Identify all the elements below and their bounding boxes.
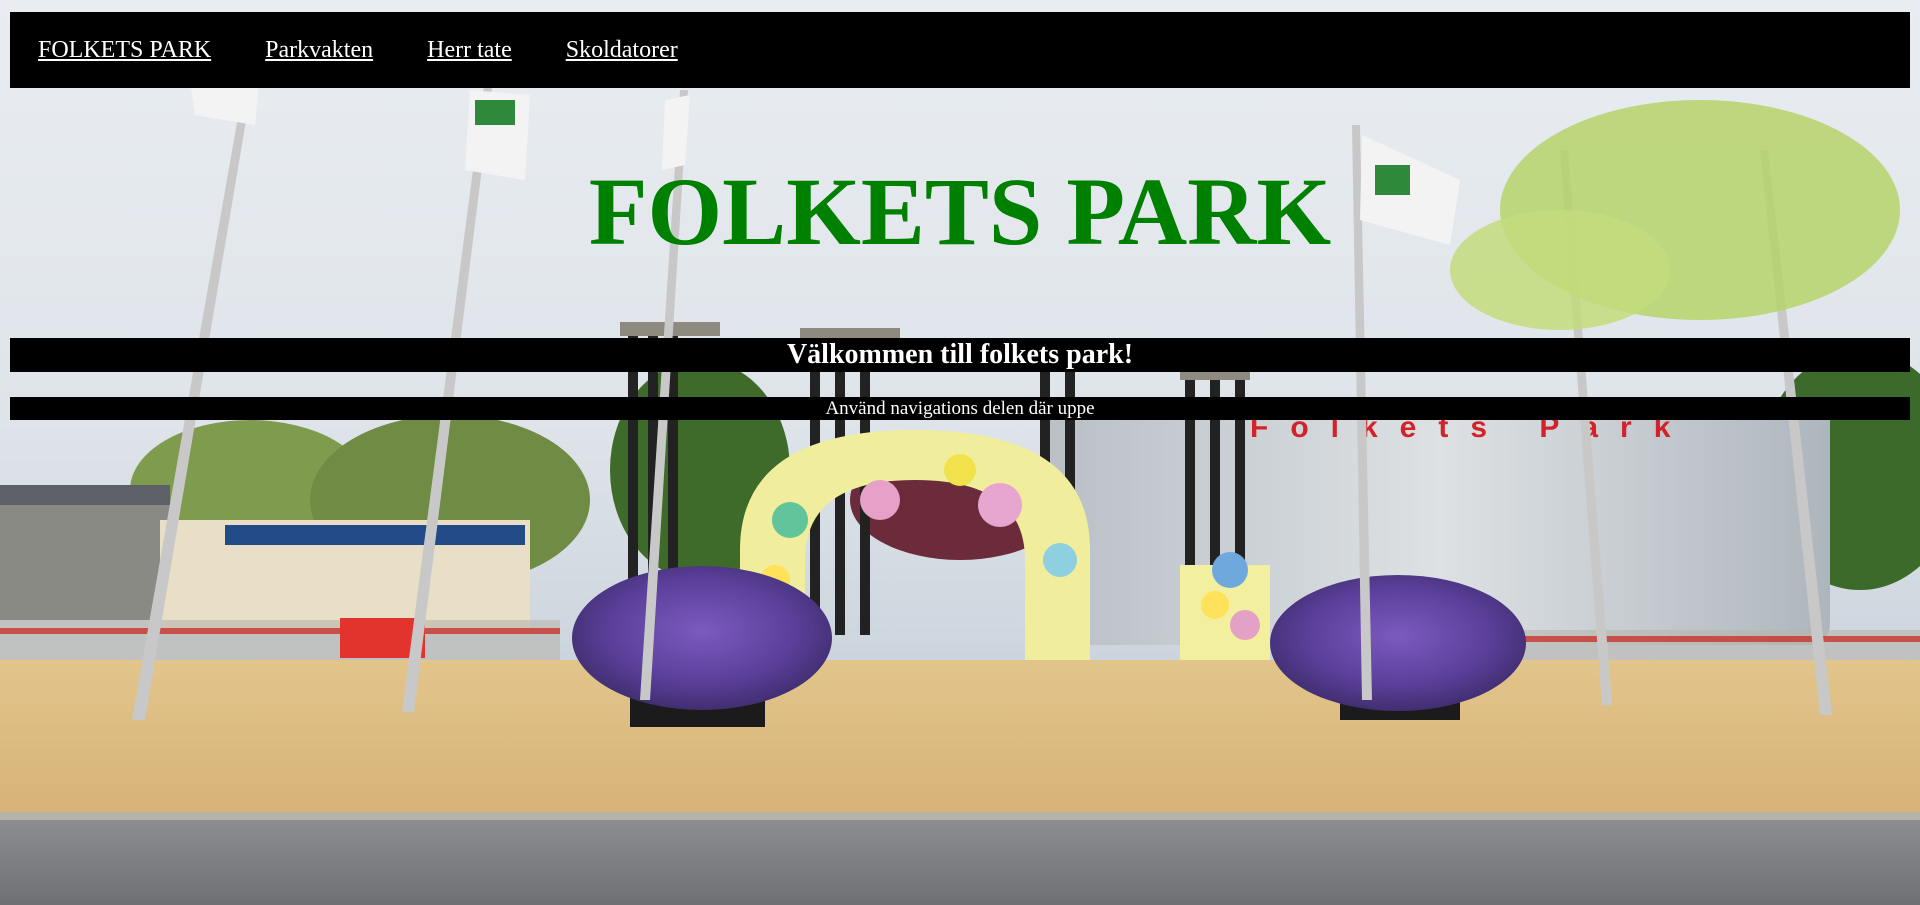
nav-link-skoldatorer[interactable]: Skoldatorer [566, 37, 678, 64]
background-photo: Folkets Park [0, 0, 1920, 905]
top-navigation: FOLKETS PARK Parkvakten Herr tate Skolda… [10, 12, 1910, 88]
nav-link-parkvakten[interactable]: Parkvakten [265, 37, 373, 64]
page-title: FOLKETS PARK [588, 158, 1332, 265]
park-entrance-illustration: Folkets Park [0, 0, 1920, 905]
nav-link-herr-tate[interactable]: Herr tate [427, 37, 512, 64]
navigation-hint: Använd navigations delen där uppe [10, 397, 1910, 420]
nav-link-folkets-park[interactable]: FOLKETS PARK [38, 37, 211, 64]
welcome-heading: Välkommen till folkets park! [10, 338, 1910, 372]
